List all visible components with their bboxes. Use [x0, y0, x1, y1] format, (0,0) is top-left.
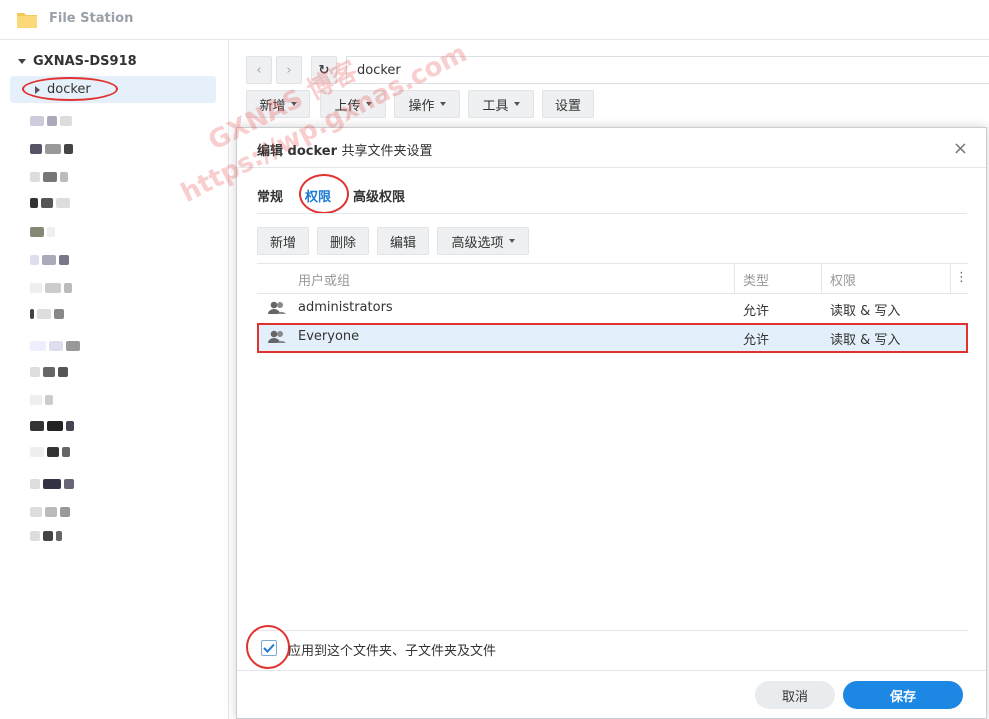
- refresh-button[interactable]: ↻: [311, 56, 337, 84]
- forward-button[interactable]: ›: [276, 56, 302, 84]
- tab-general[interactable]: 常规: [257, 186, 283, 205]
- folder-icon: [17, 13, 37, 28]
- tree-root-label: GXNAS-DS918: [33, 54, 137, 69]
- divider: [257, 213, 967, 214]
- dropdown-arrow-icon: [513, 102, 520, 106]
- dropdown-arrow-icon: [439, 102, 446, 106]
- back-button[interactable]: ‹: [246, 56, 272, 84]
- tab-advanced-permissions[interactable]: 高级权限: [353, 186, 405, 205]
- table-row[interactable]: Everyone 允许 读取 & 写入: [257, 323, 968, 353]
- redacted-item: [30, 446, 73, 458]
- app-titlebar: File Station: [0, 0, 989, 40]
- save-button-label: 保存: [889, 689, 916, 705]
- tree-root-node[interactable]: GXNAS-DS918: [18, 54, 137, 69]
- dialog-title: 编辑 docker 共享文件夹设置: [257, 140, 433, 159]
- redacted-item: [30, 171, 71, 183]
- column-header-permission[interactable]: 权限: [830, 270, 856, 289]
- refresh-icon: ↻: [318, 62, 330, 78]
- create-permission-button[interactable]: 新增: [257, 227, 309, 255]
- edit-shared-folder-dialog: 编辑 docker 共享文件夹设置 × 常规 权限 高级权限 新增 删除 编辑 …: [236, 127, 987, 719]
- action-button[interactable]: 操作: [394, 90, 460, 118]
- caret-down-icon[interactable]: [18, 59, 26, 64]
- highlight-circle: [22, 77, 118, 101]
- upload-button-label: 上传: [334, 98, 361, 114]
- redacted-item: [30, 394, 56, 406]
- tree-item-docker[interactable]: docker: [10, 76, 216, 103]
- user-name: administrators: [298, 300, 393, 315]
- delete-button-label: 删除: [329, 235, 356, 251]
- sidebar: GXNAS-DS918 docker: [0, 40, 229, 719]
- redacted-item: [30, 254, 72, 266]
- redacted-item: [30, 340, 83, 352]
- highlight-circle: [299, 174, 349, 214]
- dropdown-arrow-icon: [365, 102, 372, 106]
- redacted-item: [30, 143, 76, 155]
- advanced-options-button[interactable]: 高级选项: [437, 227, 529, 255]
- advanced-button-label: 高级选项: [451, 235, 504, 251]
- dropdown-arrow-icon: [508, 239, 515, 243]
- upload-button[interactable]: 上传: [320, 90, 386, 118]
- tools-button-label: 工具: [482, 98, 509, 114]
- action-button-label: 操作: [408, 98, 435, 114]
- settings-button-label: 设置: [554, 98, 581, 114]
- new-button[interactable]: 新增: [246, 90, 310, 118]
- column-header-type[interactable]: 类型: [743, 270, 769, 289]
- edit-permission-button[interactable]: 编辑: [377, 227, 429, 255]
- permission-type: 允许: [743, 304, 770, 319]
- permissions-table: 用户或组 类型 权限 ⋮ administrators 允许 读取 & 写入 E…: [257, 263, 968, 353]
- cancel-button-label: 取消: [781, 689, 808, 705]
- redacted-item: [30, 282, 75, 294]
- chevron-right-icon: ›: [286, 62, 292, 78]
- dialog-title-folder: docker: [287, 144, 338, 159]
- redacted-item: [30, 530, 65, 542]
- settings-button[interactable]: 设置: [542, 90, 594, 118]
- cancel-button[interactable]: 取消: [755, 681, 835, 709]
- dialog-title-suffix: 共享文件夹设置: [341, 144, 433, 159]
- create-button-label: 新增: [269, 235, 296, 251]
- divider: [237, 167, 986, 168]
- column-divider: [734, 264, 735, 293]
- divider: [257, 630, 968, 631]
- app-title: File Station: [49, 11, 134, 26]
- close-icon[interactable]: ×: [953, 138, 968, 159]
- table-header: 用户或组 类型 权限 ⋮: [257, 263, 968, 294]
- dropdown-arrow-icon: [290, 102, 297, 106]
- save-button[interactable]: 保存: [843, 681, 963, 709]
- column-divider: [950, 264, 951, 293]
- table-row[interactable]: administrators 允许 读取 & 写入: [257, 294, 968, 323]
- redacted-item: [30, 115, 75, 127]
- redacted-item: [30, 478, 77, 490]
- new-button-label: 新增: [259, 98, 286, 114]
- column-divider: [821, 264, 822, 293]
- highlight-circle: [246, 625, 290, 669]
- chevron-left-icon: ‹: [256, 62, 262, 78]
- divider: [237, 670, 986, 671]
- redacted-item: [30, 226, 58, 238]
- permission-value: 读取 & 写入: [830, 304, 901, 319]
- column-header-user[interactable]: 用户或组: [298, 270, 350, 289]
- path-value: docker: [357, 62, 401, 78]
- column-menu-icon[interactable]: ⋮: [955, 270, 968, 285]
- redacted-item: [30, 308, 67, 320]
- tools-button[interactable]: 工具: [468, 90, 534, 118]
- redacted-item: [30, 366, 71, 378]
- highlight-box: [257, 323, 968, 353]
- delete-permission-button[interactable]: 删除: [317, 227, 369, 255]
- redacted-item: [30, 506, 73, 518]
- dialog-title-prefix: 编辑: [257, 144, 284, 159]
- path-input[interactable]: docker: [346, 56, 989, 84]
- redacted-item: [30, 420, 77, 432]
- edit-button-label: 编辑: [389, 235, 416, 251]
- user-group-icon: [268, 301, 286, 314]
- apply-recursive-label[interactable]: 应用到这个文件夹、子文件夹及文件: [288, 640, 496, 659]
- redacted-item: [30, 197, 73, 209]
